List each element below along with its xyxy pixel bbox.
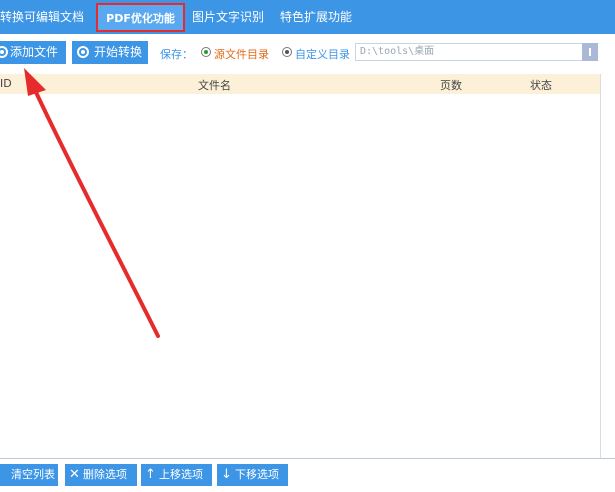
browse-path-button[interactable] [582, 43, 598, 61]
radio-custom-dir-label[interactable]: 自定义目录 [295, 46, 350, 62]
delete-item-label: 删除选项 [83, 468, 127, 481]
add-icon [0, 46, 8, 58]
bottom-bar: 清空列表 ✕ 删除选项 ↑ 上移选项 ↓ 下移选项 [0, 458, 615, 492]
column-status: 状态 [530, 79, 552, 92]
radio-custom-dir[interactable] [282, 47, 292, 57]
column-id: ID [0, 77, 12, 90]
move-up-label: 上移选项 [159, 468, 203, 481]
play-icon [77, 46, 89, 58]
app-window: 转换可编辑文档 PDF优化功能 图片文字识别 特色扩展功能 添加文件 开始转换 … [0, 0, 615, 492]
arrow-up-icon: ↑ [145, 467, 156, 482]
move-down-button[interactable]: ↓ 下移选项 [217, 464, 288, 486]
move-down-label: 下移选项 [235, 468, 279, 481]
output-path-input[interactable]: D:\tools\桌面 [355, 43, 585, 61]
add-file-label: 添加文件 [10, 45, 59, 59]
delete-item-button[interactable]: ✕ 删除选项 [65, 464, 137, 486]
move-up-button[interactable]: ↑ 上移选项 [141, 464, 212, 486]
column-pages: 页数 [440, 79, 462, 92]
tab-special-extensions[interactable]: 特色扩展功能 [280, 0, 352, 34]
tab-bar: 转换可编辑文档 PDF优化功能 图片文字识别 特色扩展功能 [0, 0, 615, 34]
radio-source-dir-label[interactable]: 源文件目录 [214, 46, 269, 62]
clear-list-label: 清空列表 [11, 468, 55, 481]
tab-pdf-optimize[interactable]: PDF优化功能 [96, 3, 185, 32]
start-convert-button[interactable]: 开始转换 [72, 41, 148, 64]
add-file-button[interactable]: 添加文件 [0, 41, 66, 64]
start-convert-label: 开始转换 [94, 45, 143, 59]
column-filename: 文件名 [198, 79, 231, 92]
save-label: 保存： [160, 48, 193, 61]
tab-image-ocr[interactable]: 图片文字识别 [192, 0, 264, 34]
list-right-border [600, 74, 601, 458]
table-header: ID 文件名 页数 状态 [0, 74, 600, 94]
close-icon: ✕ [69, 467, 80, 482]
arrow-down-icon: ↓ [221, 467, 232, 482]
radio-source-dir[interactable] [201, 47, 211, 57]
file-list[interactable] [0, 94, 600, 456]
clear-list-button[interactable]: 清空列表 [0, 464, 58, 486]
tab-convert-editable[interactable]: 转换可编辑文档 [0, 0, 84, 34]
